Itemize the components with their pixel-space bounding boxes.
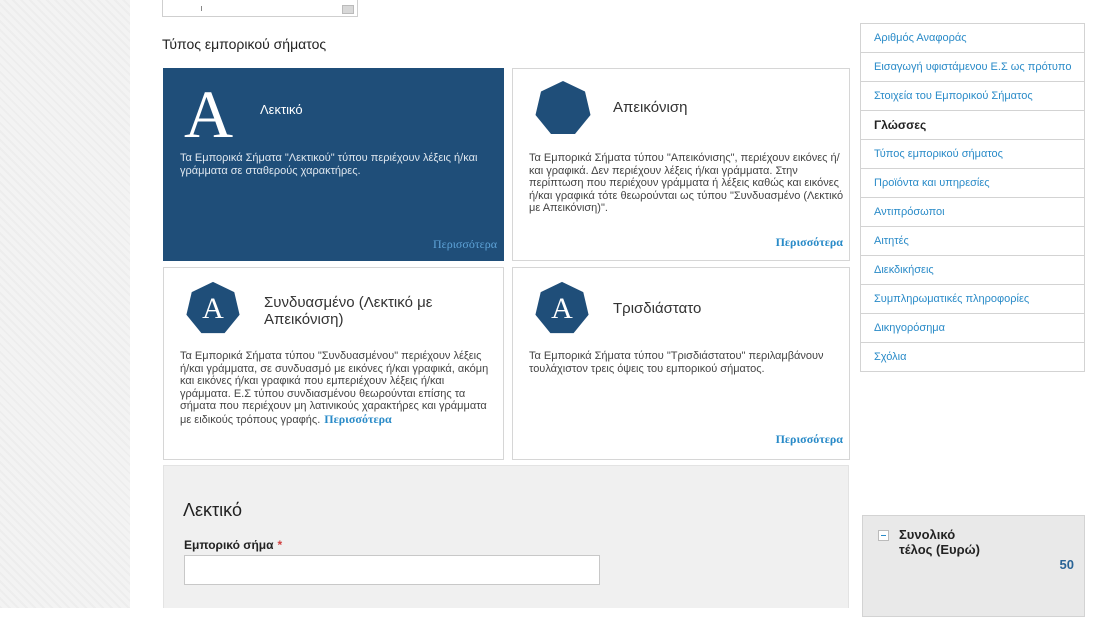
- card-description: Τα Εμπορικά Σήματα "Λεκτικού" τύπου περι…: [180, 152, 478, 177]
- nav-item-applicants[interactable]: Αιτητές: [861, 227, 1084, 256]
- top-select-dropdown[interactable]: [162, 0, 358, 17]
- nav-item-representatives[interactable]: Αντιπρόσωποι: [861, 198, 1084, 227]
- card-title: Τρισδιάστατο: [613, 300, 702, 317]
- nav-item-legal-stamps[interactable]: Δικηγορόσημα: [861, 314, 1084, 343]
- nav-item-reference-number[interactable]: Αριθμός Αναφοράς: [861, 24, 1084, 53]
- card-description: Τα Εμπορικά Σήματα τύπου "Τρισδιάστατου"…: [529, 350, 824, 375]
- more-link[interactable]: Περισσότερα: [324, 412, 391, 426]
- heptagon-letter-icon: A: [533, 280, 591, 338]
- left-background-strip: [0, 0, 130, 608]
- nav-item-additional-info[interactable]: Συμπληρωματικές πληροφορίες: [861, 285, 1084, 314]
- more-link[interactable]: Περισσότερα: [433, 237, 497, 252]
- nav-item-comments[interactable]: Σχόλια: [861, 343, 1084, 372]
- trademark-input[interactable]: [184, 555, 600, 585]
- card-description: Τα Εμπορικά Σήματα τύπου "Συνδυασμένου" …: [180, 350, 489, 426]
- nav-item-trademark-details[interactable]: Στοιχεία του Εμπορικού Σήματος: [861, 82, 1084, 111]
- required-marker: *: [277, 538, 283, 552]
- card-combined-mark[interactable]: A Συνδυασμένο (Λεκτικό με Απεικόνιση) Τα…: [163, 267, 504, 460]
- heptagon-letter-icon: A: [184, 280, 242, 338]
- section-title: Τύπος εμπορικού σήματος: [162, 36, 327, 52]
- card-title: Συνδυασμένο (Λεκτικό με Απεικόνιση): [264, 294, 433, 328]
- total-fee-value: 50: [1059, 557, 1074, 572]
- text-cursor: [201, 6, 202, 11]
- collapse-toggle-icon[interactable]: [878, 530, 889, 541]
- step-navigation: Αριθμός Αναφοράς Εισαγωγή υφιστάμενου Ε.…: [860, 23, 1085, 372]
- nav-item-trademark-type[interactable]: Τύπος εμπορικού σήματος: [861, 140, 1084, 169]
- more-link[interactable]: Περισσότερα: [776, 432, 843, 447]
- nav-item-goods-services[interactable]: Προϊόντα και υπηρεσίες: [861, 169, 1084, 198]
- trademark-field-label: Εμπορικό σήμα *: [184, 538, 283, 552]
- card-figurative-mark[interactable]: Απεικόνιση Τα Εμπορικά Σήματα τύπου "Απε…: [512, 68, 850, 261]
- nav-item-languages[interactable]: Γλώσσες: [861, 111, 1084, 140]
- total-fee-label: Συνολικό τέλος (Ευρώ): [899, 527, 980, 557]
- letter-a-icon: A: [184, 76, 234, 152]
- more-link[interactable]: Περισσότερα: [776, 235, 843, 250]
- card-title: Λεκτικό: [260, 102, 303, 117]
- card-3d-mark[interactable]: A Τρισδιάστατο Τα Εμπορικά Σήματα τύπου …: [512, 267, 850, 460]
- heptagon-icon: [533, 79, 593, 139]
- nav-item-import-existing[interactable]: Εισαγωγή υφιστάμενου Ε.Σ ως πρότυπο: [861, 53, 1084, 82]
- form-title: Λεκτικό: [183, 500, 242, 520]
- card-title: Απεικόνιση: [613, 99, 688, 116]
- total-fee-box: Συνολικό τέλος (Ευρώ) 50: [862, 515, 1085, 617]
- card-description: Τα Εμπορικά Σήματα τύπου "Απεικόνισης", …: [529, 152, 844, 214]
- card-word-mark[interactable]: A Λεκτικό Τα Εμπορικά Σήματα "Λεκτικού" …: [163, 68, 504, 261]
- dropdown-button-icon[interactable]: [342, 5, 354, 14]
- nav-item-claims[interactable]: Διεκδικήσεις: [861, 256, 1084, 285]
- word-mark-form: Λεκτικό Εμπορικό σήμα *: [163, 465, 849, 608]
